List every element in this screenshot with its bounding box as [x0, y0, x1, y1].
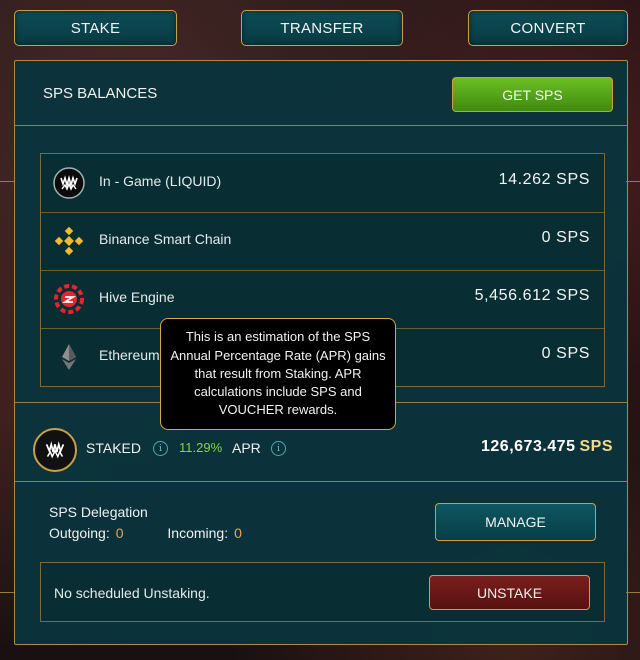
unstake-button[interactable]: UNSTAKE	[429, 575, 590, 610]
divider	[0, 592, 14, 593]
tab-stake[interactable]: STAKE	[14, 10, 177, 46]
balance-label: Hive Engine	[99, 289, 175, 305]
divider	[15, 481, 627, 482]
divider	[626, 181, 640, 182]
staked-label: STAKED	[86, 440, 141, 456]
balance-value: 5,456.612 SPS	[474, 287, 590, 304]
balance-label: Binance Smart Chain	[99, 231, 232, 247]
divider	[0, 181, 14, 182]
unstake-status: No scheduled Unstaking.	[54, 585, 210, 601]
balance-value: 0 SPS	[541, 345, 590, 362]
balance-value: 0 SPS	[541, 229, 590, 246]
balance-value: 14.262 SPS	[498, 171, 590, 188]
incoming-label: Incoming:	[167, 525, 229, 541]
apr-info-icon[interactable]: i	[271, 441, 286, 456]
tab-transfer[interactable]: TRANSFER	[241, 10, 403, 46]
panel-title: SPS BALANCES	[43, 85, 158, 102]
outgoing-value: 0	[115, 525, 124, 541]
divider	[15, 125, 627, 126]
ethereum-icon	[53, 341, 85, 373]
staked-value: 126,673.475 SPS	[481, 438, 613, 455]
delegation-counts: Outgoing: 0 Incoming: 0	[49, 525, 242, 541]
get-sps-button[interactable]: GET SPS	[452, 77, 613, 112]
binance-icon	[53, 225, 85, 257]
staked-fangs-icon	[33, 428, 77, 472]
balance-row-in-game: In - Game (LIQUID) 14.262 SPS	[41, 154, 604, 213]
incoming-value: 0	[234, 525, 242, 541]
splinterlands-fangs-icon	[53, 167, 85, 199]
apr-value: 11.29%	[179, 440, 223, 455]
hive-engine-icon	[53, 283, 85, 315]
balance-row-binance: Binance Smart Chain 0 SPS	[41, 212, 604, 271]
outgoing-label: Outgoing:	[49, 525, 110, 541]
balance-label: In - Game (LIQUID)	[99, 173, 222, 189]
tab-convert[interactable]: CONVERT	[468, 10, 628, 46]
unstake-box: No scheduled Unstaking. UNSTAKE	[40, 562, 605, 622]
delegation-title: SPS Delegation	[49, 504, 148, 520]
divider	[626, 592, 640, 593]
apr-label: APR	[232, 440, 261, 456]
manage-button[interactable]: MANAGE	[435, 503, 596, 541]
info-icon[interactable]: i	[153, 441, 168, 456]
balance-label: Ethereum	[99, 347, 160, 363]
apr-tooltip: This is an estimation of the SPS Annual …	[160, 318, 396, 430]
